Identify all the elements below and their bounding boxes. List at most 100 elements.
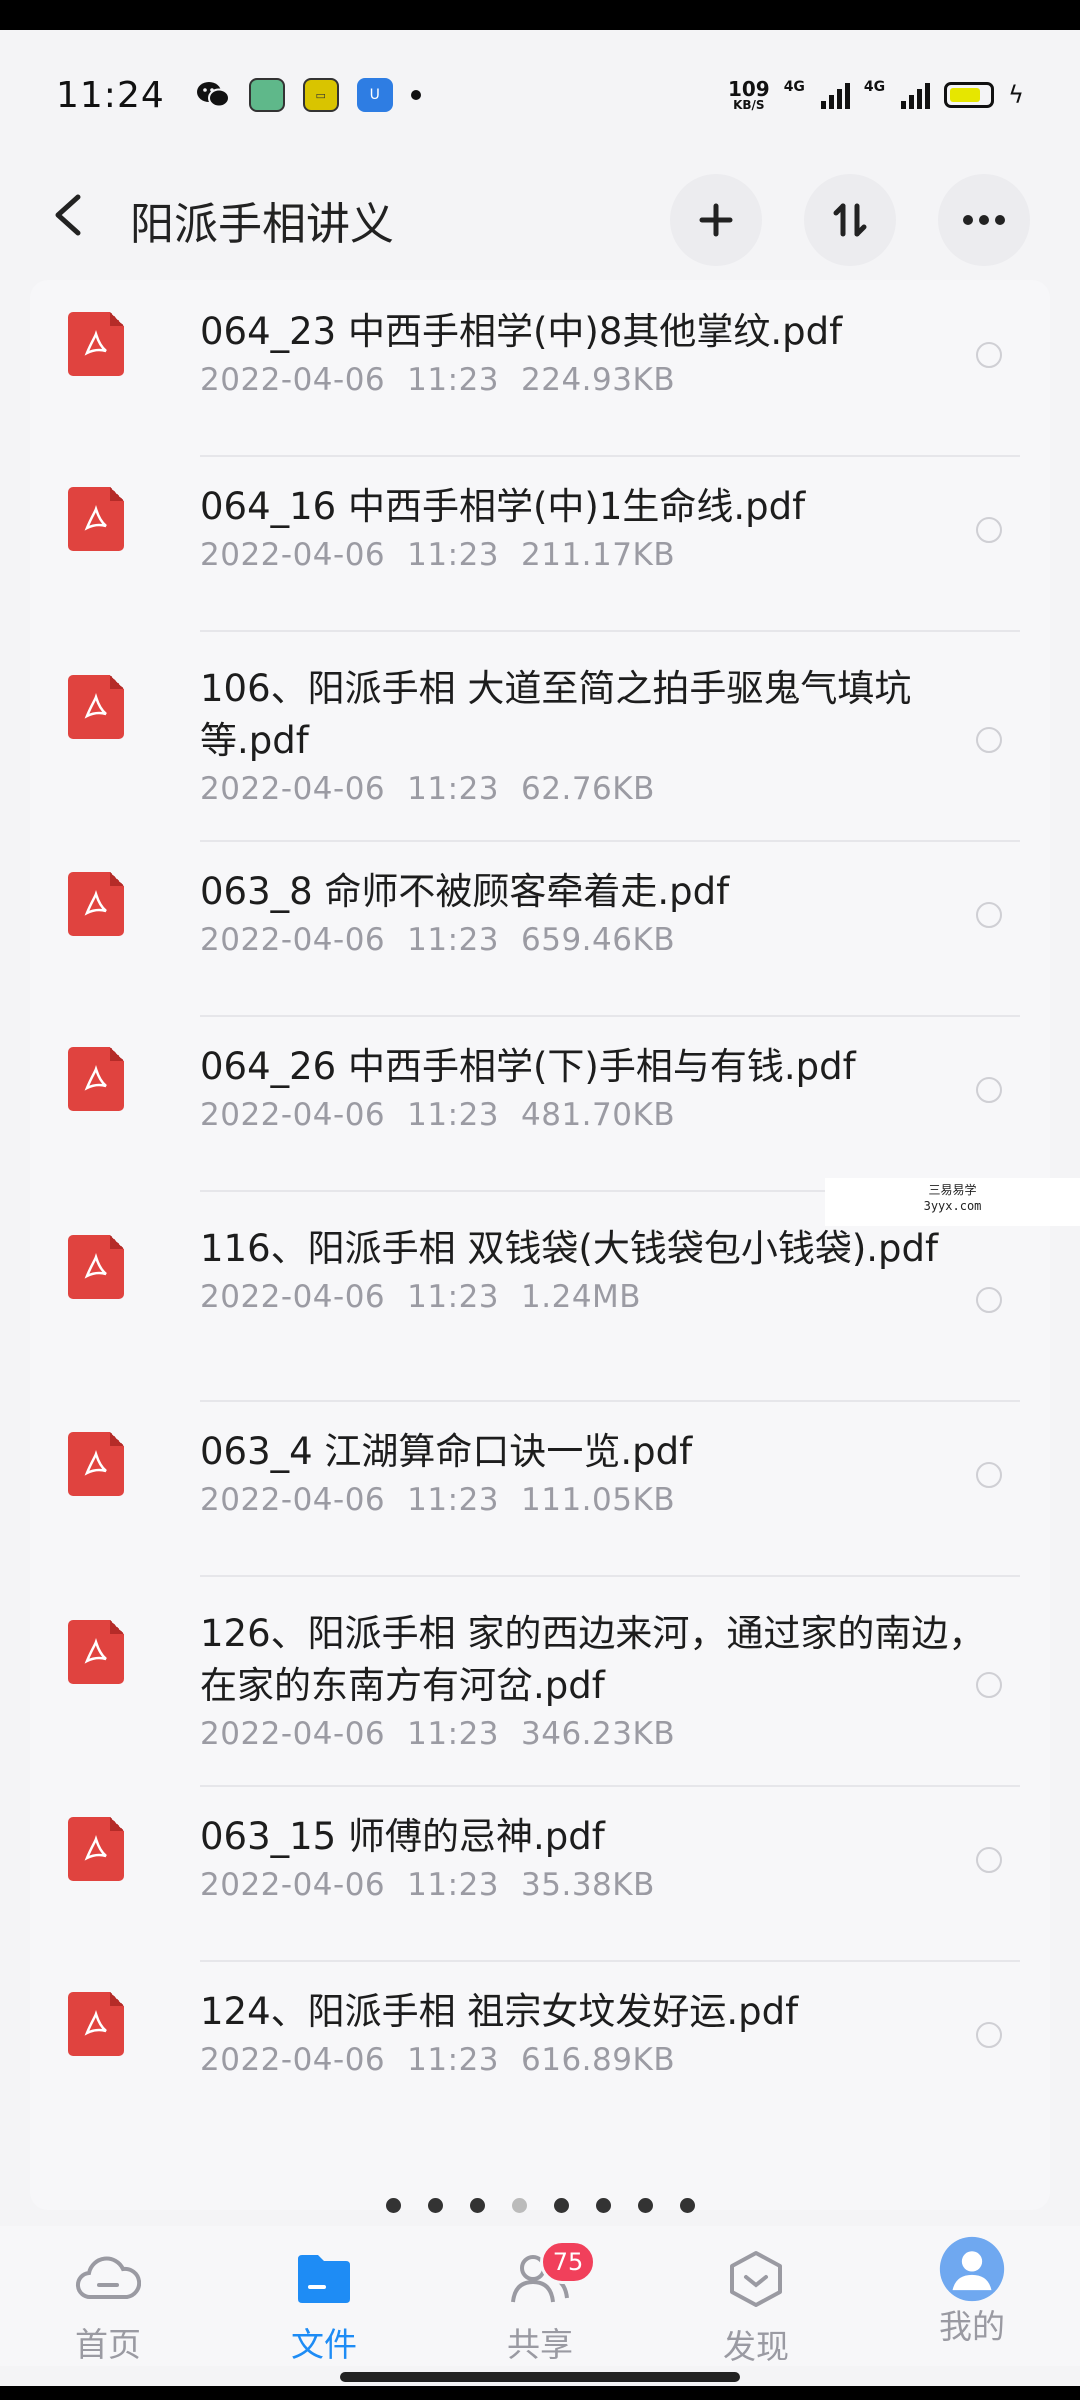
select-radio[interactable] (976, 517, 1002, 543)
file-text: 116、阳派手相 双钱袋(大钱袋包小钱袋).pdf 2022-04-06 11:23… (200, 1223, 1000, 1315)
file-row[interactable]: 106、阳派手相 大道至简之拍手驱鬼气填坑等.pdf 2022-04-06 11:2… (30, 630, 1050, 840)
select-radio[interactable] (976, 1847, 1002, 1873)
file-meta: 2022-04-06 11:23 1.24MB (200, 1279, 1000, 1315)
nav-label: 共享 (507, 2325, 573, 2364)
speed-unit: KB/S (733, 98, 765, 112)
notification-icons: ▭ U (195, 78, 421, 112)
speed-value: 109 (727, 77, 770, 101)
file-name: 064_23 中西手相学(中)8其他掌纹.pdf (200, 310, 843, 353)
more-icon (963, 215, 1005, 225)
file-meta: 2022-04-06 11:23 62.76KB (200, 771, 1000, 807)
file-date: 2022-04-06 (200, 362, 386, 398)
file-text: 063_4 江湖算命口诀一览.pdf 2022-04-06 11:23 111.05K… (200, 1426, 1000, 1518)
select-radio[interactable] (976, 1287, 1002, 1313)
battery-level (950, 88, 980, 102)
file-time: 11:23 (407, 362, 500, 398)
nav-label: 我的 (939, 2307, 1005, 2346)
bottom-edge (0, 2386, 1080, 2400)
file-row[interactable]: 064_26 中西手相学(下)手相与有钱.pdf 2022-04-06 11:23 4… (30, 1015, 1050, 1190)
chevron-left-icon[interactable] (50, 190, 110, 250)
sim2-label: 4G (863, 79, 886, 95)
select-radio[interactable] (976, 1672, 1002, 1698)
file-name: 116、阳派手相 双钱袋(大钱袋包小钱袋).pdf (200, 1227, 939, 1270)
file-row[interactable]: 064_23 中西手相学(中)8其他掌纹.pdf 2022-04-06 11:23 2… (30, 280, 1050, 455)
nav-item[interactable]: 共享 75 (432, 2226, 648, 2366)
status-bar: 11:24 ▭ U 109 KB/S 4G 4G ϟ (0, 30, 1080, 160)
add-button[interactable] (670, 174, 762, 266)
discover-icon (723, 2250, 789, 2308)
file-meta: 2022-04-06 11:23 481.70KB (200, 1097, 1000, 1133)
file-meta: 2022-04-06 11:23 616.89KB (200, 2042, 1000, 2078)
file-date: 2022-04-06 (200, 2042, 386, 2078)
file-meta: 2022-04-06 11:23 659.46KB (200, 922, 1000, 958)
file-size: 346.23KB (521, 1716, 676, 1752)
file-text: 126、阳派手相 家的西边来河，通过家的南边，在家的东南方有河岔.pdf 2022… (200, 1608, 1000, 1752)
file-meta: 2022-04-06 11:23 224.93KB (200, 362, 1000, 398)
wechat-icon (195, 78, 231, 112)
signal-icon (901, 81, 931, 109)
file-time: 11:23 (407, 1279, 500, 1315)
page-dot (553, 2198, 569, 2213)
file-text: 064_23 中西手相学(中)8其他掌纹.pdf 2022-04-06 11:23 2… (200, 306, 1000, 398)
pdf-file-icon (68, 1432, 124, 1496)
pdf-file-icon (68, 1992, 124, 2056)
file-time: 11:23 (407, 1716, 500, 1752)
file-text: 106、阳派手相 大道至简之拍手驱鬼气填坑等.pdf 2022-04-06 11:2… (200, 663, 1000, 807)
nav-item[interactable]: 首页 (0, 2226, 216, 2366)
nav-item[interactable]: 文件 (216, 2226, 432, 2366)
file-name: 064_16 中西手相学(中)1生命线.pdf (200, 485, 806, 528)
file-row[interactable]: 063_15 师傅的忌神.pdf 2022-04-06 11:23 35.38KB (30, 1785, 1050, 1960)
page-dot (469, 2198, 485, 2213)
status-time: 11:24 (56, 74, 165, 116)
yellow-app-icon: ▭ (302, 78, 339, 112)
pdf-file-icon (68, 1235, 124, 1299)
nav-label: 文件 (291, 2325, 357, 2364)
file-size: 35.38KB (521, 1867, 655, 1903)
file-name: 063_4 江湖算命口诀一览.pdf (200, 1430, 693, 1473)
nav-item[interactable]: 发现 (648, 2226, 864, 2366)
file-row[interactable]: 063_4 江湖算命口诀一览.pdf 2022-04-06 11:23 111.05K… (30, 1400, 1050, 1575)
more-button[interactable] (938, 174, 1030, 266)
file-time: 11:23 (407, 771, 500, 807)
page-dot (385, 2198, 401, 2213)
file-text: 063_15 师傅的忌神.pdf 2022-04-06 11:23 35.38KB (200, 1811, 1000, 1903)
select-radio[interactable] (976, 2022, 1002, 2048)
file-date: 2022-04-06 (200, 537, 386, 573)
pdf-file-icon (68, 487, 124, 551)
blue-shield-icon: U (356, 78, 393, 112)
file-row[interactable]: 064_16 中西手相学(中)1生命线.pdf 2022-04-06 11:23 21… (30, 455, 1050, 630)
sort-button[interactable] (804, 174, 896, 266)
charging-icon: ϟ (1008, 81, 1024, 109)
file-time: 11:23 (407, 2042, 500, 2078)
share-badge: 75 (540, 2240, 596, 2284)
nav-label: 首页 (75, 2325, 141, 2364)
file-size: 211.17KB (521, 537, 676, 573)
select-radio[interactable] (976, 902, 1002, 928)
file-row[interactable]: 063_8 命师不被顾客牵着走.pdf 2022-04-06 11:23 659.46… (30, 840, 1050, 1015)
file-row[interactable]: 126、阳派手相 家的西边来河，通过家的南边，在家的东南方有河岔.pdf 2022… (30, 1575, 1050, 1785)
file-time: 11:23 (407, 922, 500, 958)
file-list[interactable]: 064_23 中西手相学(中)8其他掌纹.pdf 2022-04-06 11:23 2… (30, 280, 1050, 2210)
file-meta: 2022-04-06 11:23 35.38KB (200, 1867, 1000, 1903)
select-radio[interactable] (976, 1077, 1002, 1103)
home-indicator[interactable] (340, 2372, 740, 2382)
select-radio[interactable] (976, 342, 1002, 368)
sort-icon (833, 203, 867, 237)
nav-label: 发现 (723, 2327, 789, 2366)
select-radio[interactable] (976, 727, 1002, 753)
page-dot (679, 2198, 695, 2213)
pdf-file-icon (68, 1817, 124, 1881)
pdf-file-icon (68, 1620, 124, 1684)
file-name: 063_15 师傅的忌神.pdf (200, 1815, 605, 1858)
file-size: 62.76KB (521, 771, 655, 807)
nav-item[interactable]: 我的 (864, 2226, 1080, 2366)
file-size: 659.46KB (521, 922, 676, 958)
page-dot (427, 2198, 443, 2213)
file-name: 106、阳派手相 大道至简之拍手驱鬼气填坑等.pdf (200, 667, 912, 762)
file-date: 2022-04-06 (200, 1097, 386, 1133)
network-speed: 109 KB/S (728, 79, 770, 111)
select-radio[interactable] (976, 1462, 1002, 1488)
file-meta: 2022-04-06 11:23 211.17KB (200, 537, 1000, 573)
file-row[interactable]: 124、阳派手相 祖宗女坟发好运.pdf 2022-04-06 11:23 616.8… (30, 1960, 1050, 2135)
battery-icon (944, 82, 995, 108)
